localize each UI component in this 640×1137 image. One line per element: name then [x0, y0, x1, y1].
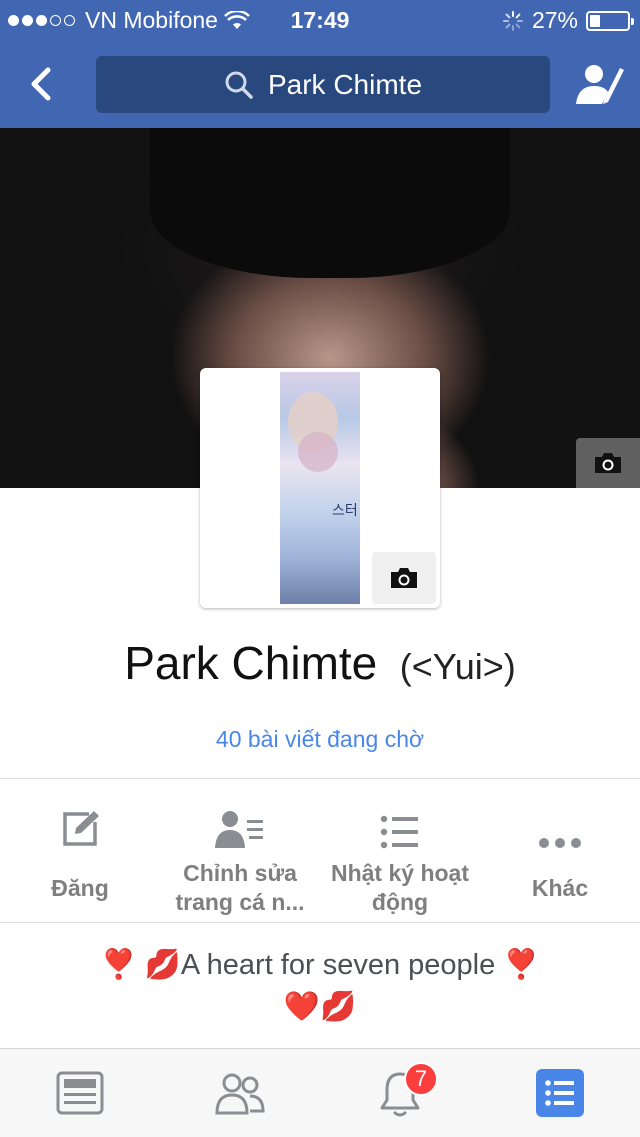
action-label: Chỉnh sửa trang cá n... [175, 860, 305, 915]
profile-photo-text: 스터 [332, 502, 358, 518]
notifications-badge: 7 [404, 1062, 438, 1096]
search-text: Park Chimte [267, 68, 423, 100]
action-label: Nhật ký hoạt động [330, 860, 470, 915]
activity-spinner-icon [502, 10, 523, 31]
bio-line: ❤️💋 [283, 991, 357, 1023]
tab-bar: 7 [0, 1048, 640, 1137]
camera-icon [391, 568, 417, 588]
battery-percent: 27% [531, 7, 578, 33]
tab-menu[interactable] [520, 1058, 600, 1128]
edit-profile-icon [215, 811, 263, 848]
profile-camera-button[interactable] [372, 552, 436, 604]
post-button[interactable]: Đăng [5, 780, 155, 922]
pending-posts-link[interactable]: 40 bài viết đang chờ [0, 726, 640, 753]
chevron-left-icon [31, 67, 51, 101]
profile-actions: Đăng Chỉnh sửa trang cá n... Nhật ký hoạ… [0, 780, 640, 922]
search-bar[interactable]: Park Chimte [96, 56, 550, 113]
back-button[interactable] [22, 62, 62, 106]
battery-icon [586, 10, 634, 31]
person-edit-icon [576, 65, 624, 104]
profile-bio: ❣️ 💋A heart for seven people ❣️ ❤️💋 [40, 944, 600, 1028]
search-icon [225, 71, 253, 99]
tab-news-feed[interactable] [40, 1058, 120, 1128]
news-feed-icon [56, 1071, 104, 1115]
tab-notifications[interactable]: 7 [360, 1058, 440, 1128]
bio-line: ❣️ 💋A heart for seven people ❣️ [100, 949, 540, 981]
profile-name: Park Chimte [124, 637, 378, 689]
profile-photo-image: 스터 [280, 372, 360, 604]
divider [0, 778, 640, 779]
edit-profile-nav-button[interactable] [574, 60, 626, 108]
tab-friends[interactable] [200, 1058, 280, 1128]
navigation-bar: Park Chimte [0, 40, 640, 128]
action-label: Đăng [51, 874, 109, 901]
status-bar: VN Mobifone 17:49 27% [0, 0, 640, 40]
profile-name-row: Park Chimte (<Yui>) [0, 636, 640, 690]
divider [0, 922, 640, 923]
action-label: Khác [531, 874, 589, 901]
alternate-name: (<Yui>) [399, 646, 516, 687]
activity-log-icon [380, 815, 418, 849]
status-right: 27% [502, 7, 634, 34]
menu-icon [536, 1069, 584, 1117]
more-icon [539, 838, 581, 848]
cover-camera-button[interactable] [576, 438, 640, 488]
edit-profile-button[interactable]: Chỉnh sửa trang cá n... [165, 780, 315, 922]
compose-icon [63, 811, 99, 846]
activity-log-button[interactable]: Nhật ký hoạt động [325, 780, 475, 922]
profile-picture[interactable]: 스터 [200, 368, 440, 608]
more-button[interactable]: Khác [485, 780, 635, 922]
cover-photo-detail [150, 128, 510, 278]
camera-icon [595, 453, 621, 473]
friends-icon [215, 1073, 265, 1115]
